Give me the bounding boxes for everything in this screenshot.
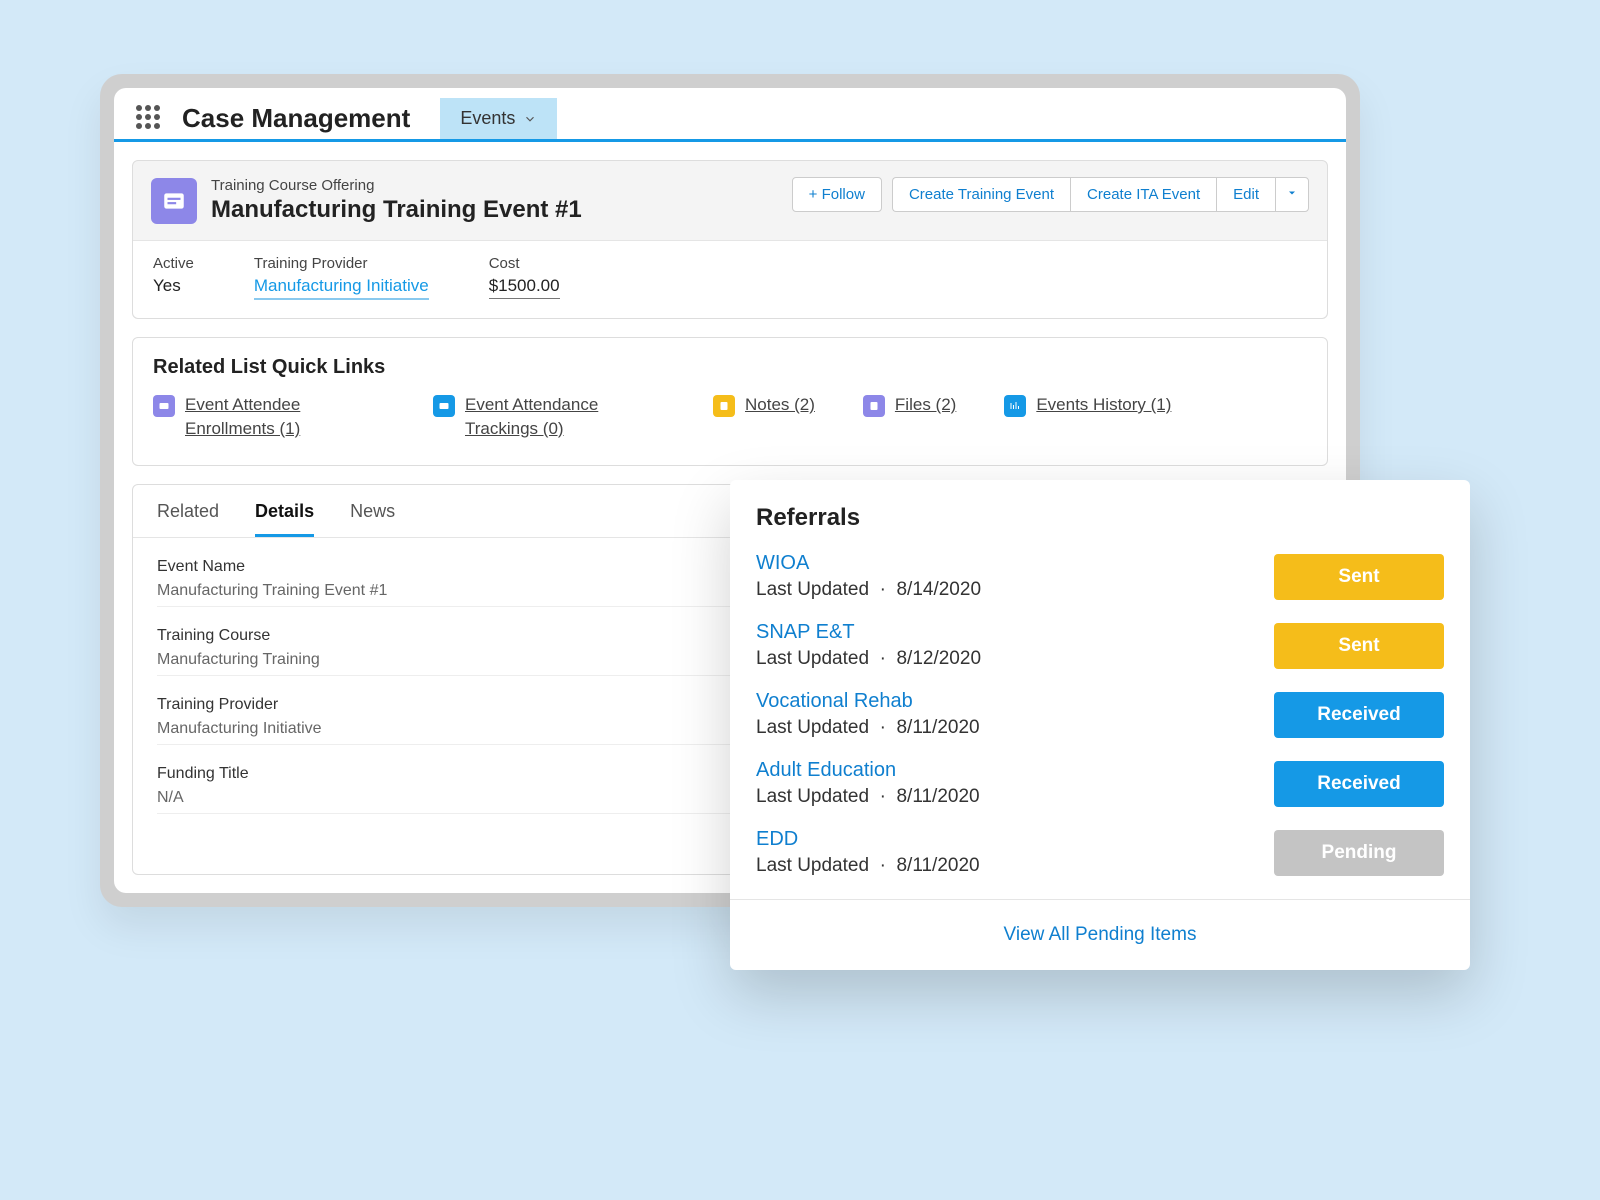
quick-link-events-history[interactable]: Events History (1) (1004, 393, 1171, 441)
referral-name-link[interactable]: Adult Education (756, 759, 980, 782)
quick-link-files[interactable]: Files (2) (863, 393, 956, 441)
detail-value: Manufacturing Training Event #1 (157, 582, 776, 600)
detail-label: Training Provider (157, 696, 776, 714)
referral-subtext: Last Updated · 8/14/2020 (756, 579, 981, 601)
detail-value: Manufacturing Training (157, 651, 776, 669)
referral-name-link[interactable]: EDD (756, 828, 980, 851)
note-icon (713, 395, 735, 417)
field-label: Training Provider (254, 255, 429, 272)
field-active: Active Yes (153, 255, 194, 300)
tab-news[interactable]: News (350, 501, 395, 537)
tab-related[interactable]: Related (157, 501, 219, 537)
referral-name-link[interactable]: SNAP E&T (756, 621, 981, 644)
nav-tab-events[interactable]: Events (440, 98, 557, 139)
referrals-footer: View All Pending Items (730, 899, 1470, 970)
training-provider-link[interactable]: Manufacturing Initiative (254, 276, 429, 300)
record-title: Manufacturing Training Event #1 (211, 196, 582, 224)
field-label: Active (153, 255, 194, 272)
record-actions: + Follow Create Training Event Create IT… (782, 177, 1309, 212)
nav-tab-events-label: Events (460, 108, 515, 129)
caret-down-icon (1286, 187, 1298, 199)
detail-value: N/A (157, 789, 776, 807)
quick-link-label: Notes (2) (745, 393, 815, 417)
detail-training-course: Training Course Manufacturing Training (157, 627, 776, 676)
card-icon (433, 395, 455, 417)
create-training-event-button[interactable]: Create Training Event (892, 177, 1070, 212)
topbar: Case Management Events (114, 88, 1346, 142)
create-ita-event-button[interactable]: Create ITA Event (1070, 177, 1216, 212)
field-value: Yes (153, 276, 194, 296)
view-all-pending-link[interactable]: View All Pending Items (1004, 924, 1197, 945)
follow-button[interactable]: + Follow (792, 177, 882, 212)
detail-label: Event Name (157, 558, 776, 576)
tab-details[interactable]: Details (255, 501, 314, 537)
quick-links-row: Event Attendee Enrollments (1) Event Att… (153, 393, 1307, 441)
quick-link-label: Events History (1) (1036, 393, 1171, 417)
referral-subtext: Last Updated · 8/12/2020 (756, 648, 981, 670)
quick-link-label: Event Attendance Trackings (0) (465, 393, 665, 441)
detail-label: Funding Title (157, 765, 776, 783)
status-badge: Pending (1274, 830, 1444, 876)
referral-subtext: Last Updated · 8/11/2020 (756, 717, 980, 739)
quick-link-notes[interactable]: Notes (2) (713, 393, 815, 441)
referral-name-link[interactable]: WIOA (756, 552, 981, 575)
more-actions-button[interactable] (1275, 177, 1309, 212)
referral-subtext: Last Updated · 8/11/2020 (756, 786, 980, 808)
chevron-down-icon (523, 112, 537, 126)
status-badge: Sent (1274, 554, 1444, 600)
referral-item: WIOA Last Updated · 8/14/2020 Sent (730, 544, 1470, 613)
app-title: Case Management (182, 103, 410, 134)
detail-label: Training Course (157, 627, 776, 645)
quick-link-event-attendance-trackings[interactable]: Event Attendance Trackings (0) (433, 393, 665, 441)
quick-links-heading: Related List Quick Links (153, 356, 1307, 379)
detail-event-name: Event Name Manufacturing Training Event … (157, 558, 776, 607)
status-badge: Sent (1274, 623, 1444, 669)
file-icon (863, 395, 885, 417)
app-launcher-icon[interactable] (136, 105, 164, 133)
field-label: Cost (489, 255, 560, 272)
field-training-provider: Training Provider Manufacturing Initiati… (254, 255, 429, 300)
history-icon (1004, 395, 1026, 417)
status-badge: Received (1274, 692, 1444, 738)
referral-item: Adult Education Last Updated · 8/11/2020… (730, 751, 1470, 820)
record-type-label: Training Course Offering (211, 177, 582, 194)
referral-subtext: Last Updated · 8/11/2020 (756, 855, 980, 877)
record-highlight-fields: Active Yes Training Provider Manufacturi… (133, 240, 1327, 318)
status-badge: Received (1274, 761, 1444, 807)
quick-link-event-attendee-enrollments[interactable]: Event Attendee Enrollments (1) (153, 393, 385, 441)
quick-link-label: Event Attendee Enrollments (1) (185, 393, 385, 441)
record-header: Training Course Offering Manufacturing T… (132, 160, 1328, 319)
referrals-panel: Referrals WIOA Last Updated · 8/14/2020 … (730, 480, 1470, 970)
referral-item: EDD Last Updated · 8/11/2020 Pending (730, 820, 1470, 889)
card-icon (153, 395, 175, 417)
detail-training-provider: Training Provider Manufacturing Initiati… (157, 696, 776, 745)
detail-value: Manufacturing Initiative (157, 720, 776, 738)
field-value: $1500.00 (489, 276, 560, 299)
referral-item: SNAP E&T Last Updated · 8/12/2020 Sent (730, 613, 1470, 682)
related-list-quick-links: Related List Quick Links Event Attendee … (132, 337, 1328, 466)
field-cost: Cost $1500.00 (489, 255, 560, 300)
record-header-top: Training Course Offering Manufacturing T… (133, 161, 1327, 240)
edit-button[interactable]: Edit (1216, 177, 1275, 212)
referral-name-link[interactable]: Vocational Rehab (756, 690, 980, 713)
detail-funding-title: Funding Title N/A (157, 765, 776, 814)
record-type-icon (151, 178, 197, 224)
record-header-left: Training Course Offering Manufacturing T… (151, 177, 582, 224)
record-action-group: Create Training Event Create ITA Event E… (892, 177, 1309, 212)
quick-link-label: Files (2) (895, 393, 956, 417)
referral-item: Vocational Rehab Last Updated · 8/11/202… (730, 682, 1470, 751)
referrals-heading: Referrals (730, 504, 1470, 544)
